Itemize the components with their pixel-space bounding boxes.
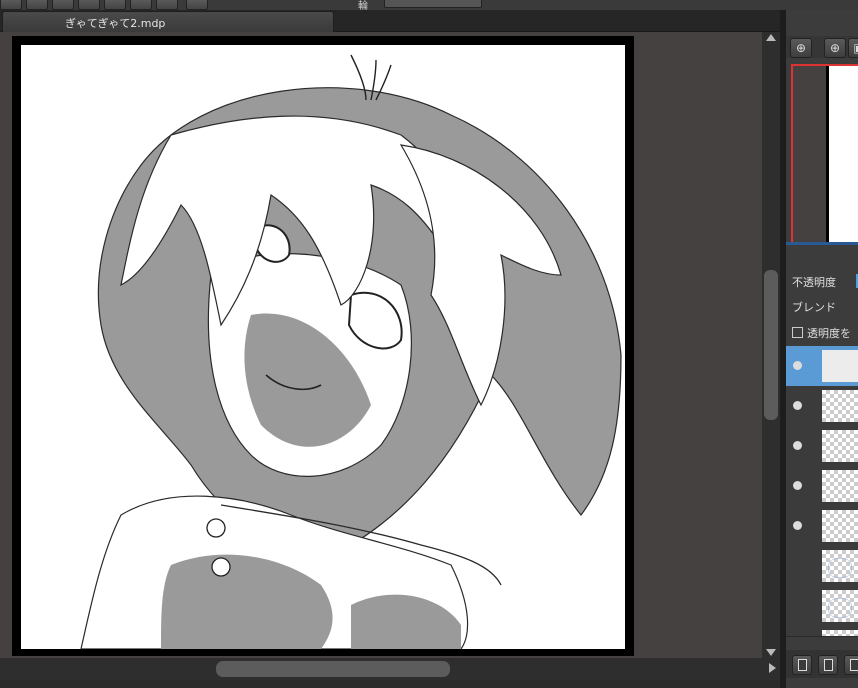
- zoom-in-icon[interactable]: ⊕: [790, 38, 812, 58]
- canvas-area[interactable]: [0, 32, 762, 658]
- preview-canvas-edge: [793, 66, 829, 242]
- tool-button[interactable]: [0, 0, 22, 10]
- opacity-label: 不透明度: [792, 276, 836, 289]
- layer-list: [786, 346, 858, 637]
- layer-options-icon[interactable]: [844, 655, 858, 675]
- layer-row[interactable]: [786, 586, 858, 627]
- tool-button[interactable]: [156, 0, 178, 10]
- top-toolbar: 輪: [0, 0, 858, 10]
- panel-divider: [786, 242, 858, 245]
- new-folder-icon[interactable]: [818, 655, 838, 675]
- scroll-up-icon[interactable]: [766, 34, 776, 41]
- protect-alpha-label: 透明度を: [807, 327, 851, 340]
- fit-icon[interactable]: ▣: [848, 38, 858, 58]
- checkbox-icon[interactable]: [792, 327, 803, 338]
- blend-mode-label: ブレンド: [792, 301, 836, 314]
- visibility-eye-icon[interactable]: [793, 361, 802, 370]
- layer-row[interactable]: [786, 506, 858, 547]
- sketch-mark: [828, 558, 852, 578]
- tool-button[interactable]: [26, 0, 48, 10]
- tool-button[interactable]: [130, 0, 152, 10]
- layer-row[interactable]: [786, 426, 858, 467]
- visibility-eye-icon[interactable]: [793, 441, 802, 450]
- tool-button[interactable]: [104, 0, 126, 10]
- new-layer-icon[interactable]: [792, 655, 812, 675]
- layer-row[interactable]: [786, 346, 858, 387]
- document-tab[interactable]: ぎゃてぎゃて2.mdp: [2, 11, 334, 32]
- layer-thumbnail: [822, 630, 858, 636]
- vertical-scroll-thumb[interactable]: [764, 270, 778, 420]
- layer-thumbnail: [822, 430, 858, 462]
- layer-row[interactable]: [786, 386, 858, 427]
- artboard[interactable]: [12, 36, 634, 656]
- horizontal-scrollbar[interactable]: [0, 658, 780, 680]
- navigator-toolbar: ⊕ ⊕ ▣: [786, 36, 858, 58]
- protect-alpha-checkbox[interactable]: 透明度を: [792, 325, 851, 341]
- layer-thumbnail: [822, 510, 858, 542]
- layer-thumbnail: [822, 550, 858, 582]
- layer-thumbnail: [822, 590, 858, 622]
- layer-row[interactable]: [786, 466, 858, 507]
- document-tab-bar: ぎゃてぎゃて2.mdp: [0, 10, 786, 32]
- visibility-eye-icon[interactable]: [793, 401, 802, 410]
- layer-row[interactable]: [786, 626, 858, 637]
- visibility-eye-icon[interactable]: [793, 481, 802, 490]
- horizontal-scroll-thumb[interactable]: [216, 661, 450, 677]
- scroll-right-icon[interactable]: [769, 663, 776, 673]
- zoom-plus-icon[interactable]: ⊕: [824, 38, 846, 58]
- layer-thumbnail: [822, 350, 858, 382]
- layer-row[interactable]: [786, 546, 858, 587]
- layer-thumbnail: [822, 470, 858, 502]
- artwork-illustration: [21, 45, 625, 649]
- tool-button[interactable]: [78, 0, 100, 10]
- tool-button[interactable]: [186, 0, 208, 10]
- navigator-preview[interactable]: [791, 64, 858, 244]
- vertical-scrollbar[interactable]: [762, 32, 780, 658]
- toolbar-field[interactable]: [384, 0, 482, 8]
- document-tab-title: ぎゃてぎゃて2.mdp: [65, 17, 166, 30]
- layer-thumbnail: [822, 390, 858, 422]
- visibility-eye-icon[interactable]: [793, 521, 802, 530]
- toolbar-text: 輪: [358, 1, 368, 10]
- scroll-down-icon[interactable]: [766, 649, 776, 656]
- tool-button[interactable]: [52, 0, 74, 10]
- right-panel: ⊕ ⊕ ▣ 不透明度 ブレンド 透明度を: [786, 10, 858, 688]
- layer-footer-toolbar: [786, 650, 858, 678]
- sketch-mark: [828, 598, 852, 618]
